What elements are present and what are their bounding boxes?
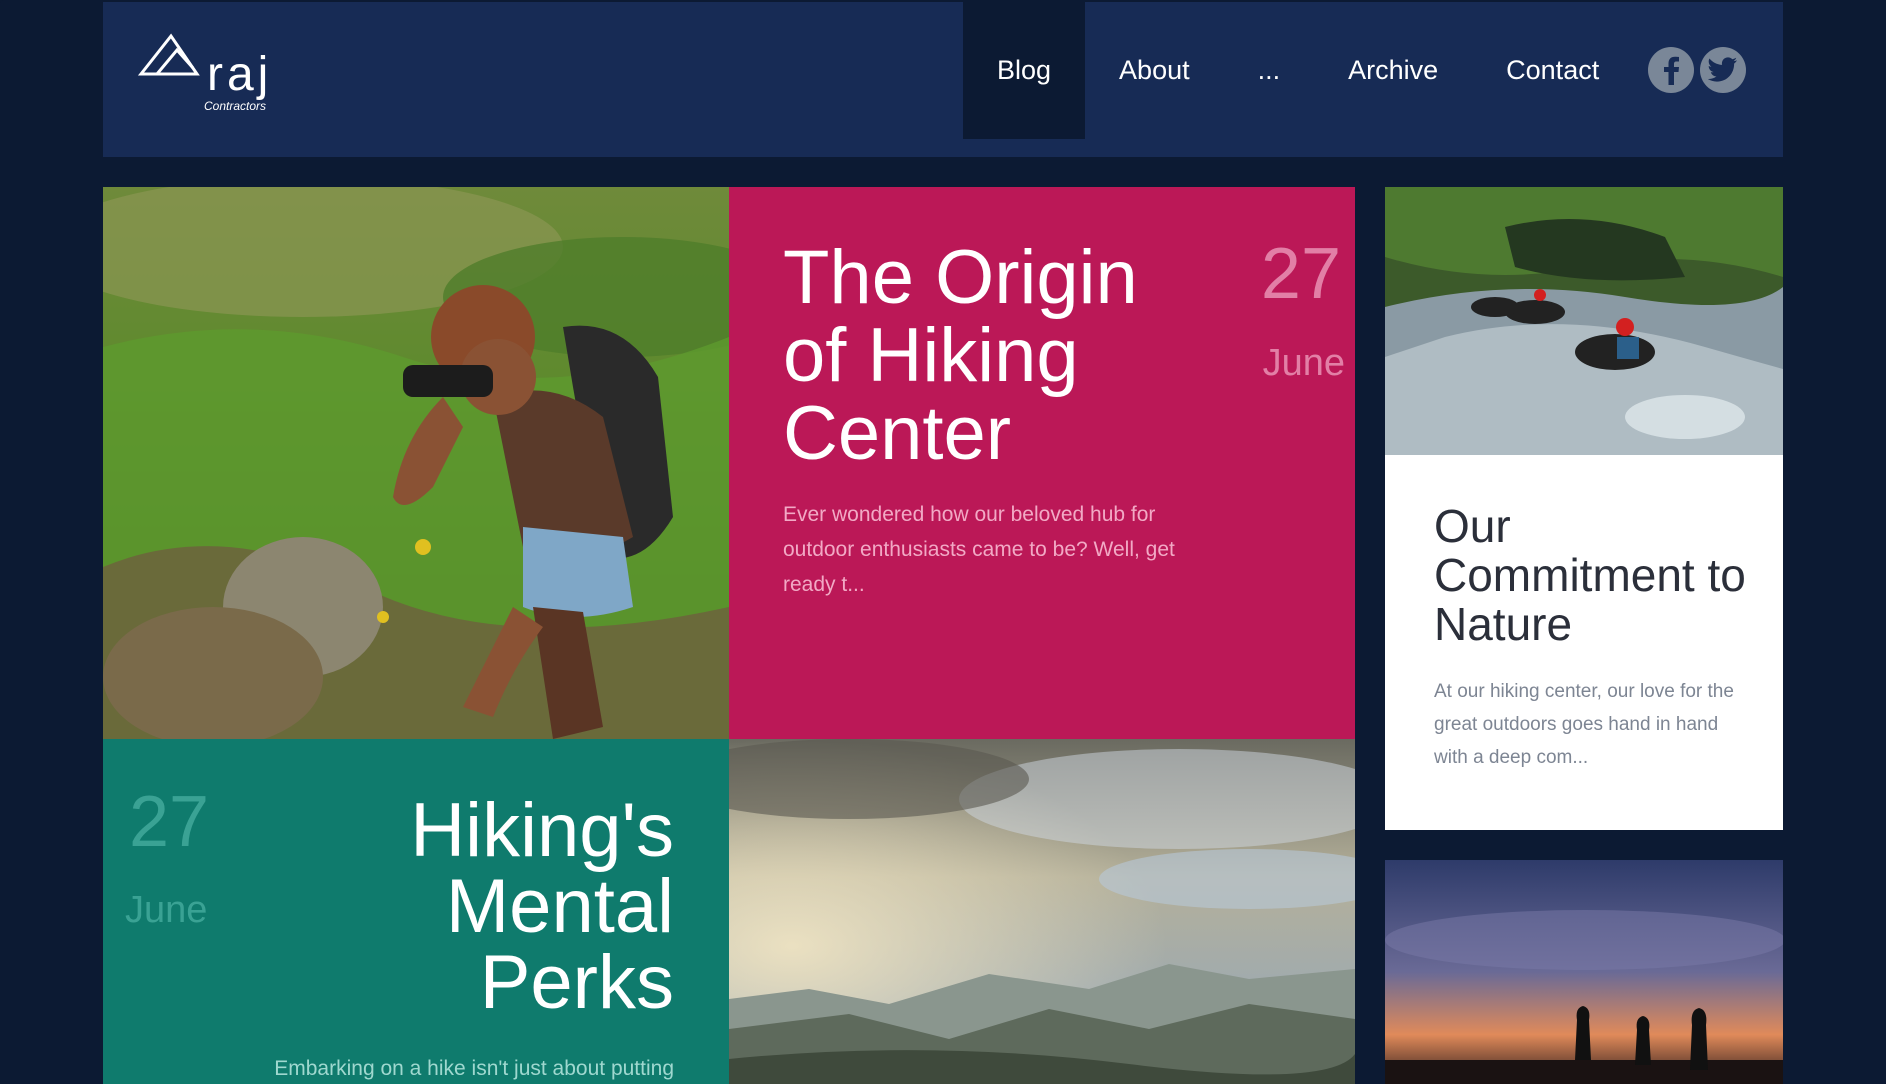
river-tubing-image[interactable] — [1385, 187, 1783, 455]
main-nav: Blog About ... Archive Contact — [963, 2, 1633, 139]
post-card-origin[interactable]: The Origin of Hiking Center 27 June Ever… — [729, 187, 1355, 739]
post-date-day: 27 — [129, 782, 210, 862]
post-excerpt: At our hiking center, our love for the g… — [1434, 681, 1734, 768]
post-title[interactable]: The Origin of Hiking Center — [783, 239, 1203, 473]
nav-item-archive[interactable]: Archive — [1314, 2, 1472, 139]
post-date-month: June — [1262, 342, 1345, 384]
post-title[interactable]: Hiking's Mental Perks — [314, 793, 674, 1021]
post-card-mental[interactable]: 27 June Hiking's Mental Perks Embarking … — [103, 739, 729, 1084]
post-title[interactable]: Our Commitment to Nature — [1434, 502, 1754, 649]
nav-item-more[interactable]: ... — [1224, 2, 1315, 139]
twitter-icon[interactable] — [1700, 47, 1746, 93]
nav-item-blog[interactable]: Blog — [963, 2, 1086, 139]
logo-mark-icon — [137, 33, 200, 76]
social-links — [1648, 47, 1746, 93]
hiker-image[interactable] — [103, 187, 729, 739]
brand-tagline: Contractors — [204, 99, 267, 113]
post-card-commitment[interactable]: Our Commitment to Nature At our hiking c… — [1385, 455, 1783, 830]
post-date-month: June — [125, 889, 208, 931]
brand-name: raj — [207, 48, 273, 101]
post-excerpt: Embarking on a hike isn't just about put… — [274, 1057, 674, 1080]
sunset-hikers-image[interactable] — [1385, 860, 1783, 1084]
page-frame: raj Contractors Blog About ... Archive C… — [0, 0, 1886, 1084]
site-header: raj Contractors Blog About ... Archive C… — [103, 2, 1783, 157]
facebook-icon[interactable] — [1648, 47, 1694, 93]
post-date-day: 27 — [1260, 234, 1341, 314]
nav-item-contact[interactable]: Contact — [1472, 2, 1633, 139]
brand-logo[interactable]: raj Contractors — [137, 32, 287, 117]
post-excerpt: Ever wondered how our beloved hub for ou… — [783, 503, 1175, 596]
nav-item-about[interactable]: About — [1085, 2, 1224, 139]
mountain-landscape-image[interactable] — [729, 739, 1355, 1084]
